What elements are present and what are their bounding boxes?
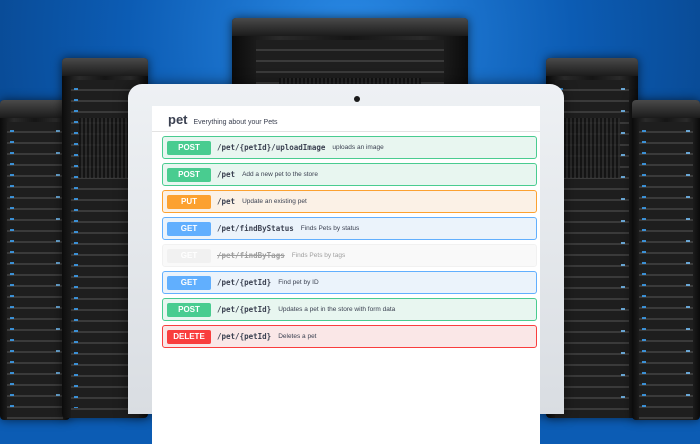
method-badge: PUT bbox=[167, 194, 211, 209]
operation-get-find-by-tags[interactable]: GET /pet/findByTags Finds Pets by tags bbox=[162, 244, 537, 267]
operation-summary: Add a new pet to the store bbox=[242, 171, 318, 178]
operation-path: /pet/{petId} bbox=[217, 305, 272, 314]
operation-get-find-by-status[interactable]: GET /pet/findByStatus Finds Pets by stat… bbox=[162, 217, 537, 240]
operation-path: /pet/findByStatus bbox=[217, 224, 294, 233]
operation-path: /pet/{petId}/uploadImage bbox=[217, 143, 326, 152]
method-badge: POST bbox=[167, 302, 211, 317]
method-badge: GET bbox=[167, 221, 211, 236]
operation-summary: Update an existing pet bbox=[242, 198, 307, 205]
operation-summary: Finds Pets by tags bbox=[291, 252, 346, 259]
operation-summary: Finds Pets by status bbox=[300, 225, 360, 232]
section-description: Everything about your Pets bbox=[193, 119, 278, 126]
operation-path: /pet/{petId} bbox=[217, 278, 272, 287]
server-rack-icon bbox=[0, 100, 70, 420]
section-title: pet bbox=[168, 112, 188, 127]
operation-get-pet-by-id[interactable]: GET /pet/{petId} Find pet by ID bbox=[162, 271, 537, 294]
operation-path: /pet/{petId} bbox=[217, 332, 272, 341]
method-badge: POST bbox=[167, 167, 211, 182]
operation-summary: Deletes a pet bbox=[278, 333, 317, 340]
operation-post-upload-image[interactable]: POST /pet/{petId}/uploadImage uploads an… bbox=[162, 136, 537, 159]
section-header[interactable]: pet Everything about your Pets bbox=[152, 106, 540, 132]
operation-summary: Updates a pet in the store with form dat… bbox=[278, 306, 396, 313]
operation-path: /pet/findByTags bbox=[217, 251, 285, 260]
operation-summary: Find pet by ID bbox=[278, 279, 319, 286]
laptop-frame: pet Everything about your Pets POST /pet… bbox=[128, 84, 564, 444]
operation-post-pet-by-id[interactable]: POST /pet/{petId} Updates a pet in the s… bbox=[162, 298, 537, 321]
operation-path: /pet bbox=[217, 170, 236, 179]
operation-delete-pet[interactable]: DELETE /pet/{petId} Deletes a pet bbox=[162, 325, 537, 348]
operation-summary: uploads an image bbox=[332, 144, 384, 151]
laptop-camera-icon bbox=[354, 96, 360, 102]
method-badge: GET bbox=[167, 248, 211, 263]
method-badge: POST bbox=[167, 140, 211, 155]
method-badge: GET bbox=[167, 275, 211, 290]
swagger-panel: pet Everything about your Pets POST /pet… bbox=[152, 106, 540, 444]
method-badge: DELETE bbox=[167, 329, 211, 344]
operation-post-pet[interactable]: POST /pet Add a new pet to the store bbox=[162, 163, 537, 186]
operation-put-pet[interactable]: PUT /pet Update an existing pet bbox=[162, 190, 537, 213]
server-rack-icon bbox=[632, 100, 700, 420]
operation-path: /pet bbox=[217, 197, 236, 206]
